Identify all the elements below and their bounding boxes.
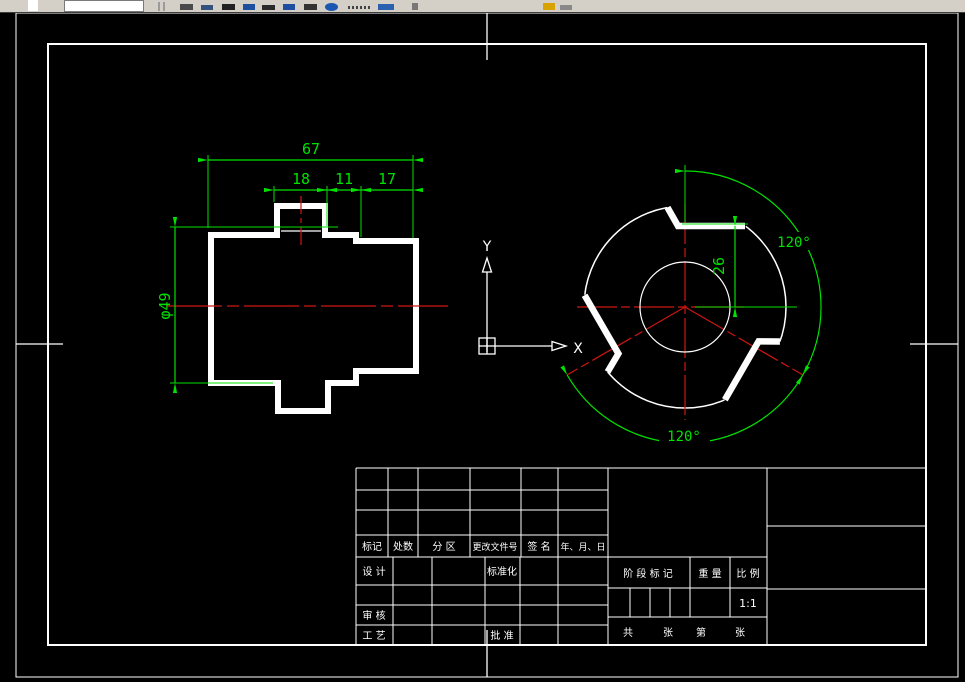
dim-text-67[interactable]: 67: [302, 140, 320, 158]
extension-lines[interactable]: [170, 155, 414, 384]
tb-header-signature: 签 名: [527, 540, 550, 553]
toolbar-icon-fragment[interactable]: [378, 4, 394, 10]
tb-standardization-label: 标准化: [487, 565, 517, 578]
dim-text-120-bottom[interactable]: 120°: [667, 429, 701, 445]
tb-scale-value: 1:1: [739, 597, 757, 610]
ucs-icon: Y X: [478, 239, 583, 357]
toolbar-grip: [163, 2, 165, 11]
tb-header-count: 处数: [393, 540, 413, 553]
ucs-x-label: X: [573, 341, 583, 357]
dim-text-17[interactable]: 17: [378, 170, 396, 188]
dim-text-dia49[interactable]: φ49: [156, 292, 174, 319]
dim-text-120-top[interactable]: 120°: [777, 235, 811, 251]
tb-header-mark: 标记: [362, 541, 382, 553]
tb-approve-label: 批 准: [490, 629, 513, 642]
side-view[interactable]: 26 120° 120°: [560, 165, 822, 445]
toolbar-icon-fragment[interactable]: [222, 4, 235, 10]
tb-weight-label: 重 量: [698, 567, 721, 580]
toolbar-icon-fragment[interactable]: [325, 3, 338, 11]
tb-stage-mark-label: 阶 段 标 记: [623, 567, 673, 580]
tb-design-label: 设 计: [362, 565, 385, 578]
toolbar-icon-fragment[interactable]: [201, 5, 213, 10]
toolbar-icon-fragment[interactable]: [180, 4, 193, 10]
dim-text-26[interactable]: 26: [710, 257, 728, 275]
tb-process-label: 工 艺: [362, 630, 385, 642]
tb-scale-label: 比 例: [736, 567, 759, 580]
ucs-x-arrow: [551, 340, 569, 352]
tb-header-change-file-no: 更改文件号: [472, 541, 517, 553]
toolbar-icon-fragment[interactable]: [348, 6, 370, 9]
dim-text-18[interactable]: 18: [292, 170, 310, 188]
toolbar-icon-fragment[interactable]: [28, 0, 38, 11]
ucs-y-arrow: [481, 255, 493, 273]
toolbar-icon-fragment[interactable]: [262, 5, 275, 10]
toolbar-icon-fragment[interactable]: [560, 5, 572, 10]
toolbar-icon-fragment[interactable]: [304, 4, 317, 10]
tb-sheets-total-label: 共: [623, 627, 633, 639]
cad-model-canvas[interactable]: 67 18 11 17 φ49 26 120° 120° Y X 标记 处数 分…: [0, 0, 965, 682]
title-block-grid: [355, 467, 926, 645]
toolbar-icon-fragment[interactable]: [283, 4, 295, 10]
tb-header-zone: 分 区: [432, 541, 455, 553]
side-centerlines[interactable]: [566, 204, 804, 420]
front-view[interactable]: 67 18 11 17 φ49: [156, 140, 448, 414]
tb-sheets-total-unit: 张: [663, 627, 673, 639]
dim-text-11[interactable]: 11: [335, 170, 353, 188]
toolbar-icon-fragment[interactable]: [543, 3, 555, 10]
tb-sheet-no-label: 第: [696, 626, 706, 639]
tb-header-date: 年、月、日: [560, 541, 605, 553]
front-view-profile[interactable]: [208, 203, 419, 414]
toolbar-strip[interactable]: [0, 0, 965, 13]
tb-sheet-no-unit: 张: [735, 627, 745, 639]
toolbar-grip: [158, 2, 160, 11]
dim-arc-120-top[interactable]: [674, 168, 822, 385]
title-block: 标记 处数 分 区 更改文件号 签 名 年、月、日 设 计 标准化 审 核 工 …: [355, 467, 926, 645]
tb-check-label: 审 核: [362, 609, 385, 622]
toolbar-icon-fragment[interactable]: [243, 4, 255, 10]
toolbar-icon-fragment[interactable]: [412, 3, 418, 10]
ucs-y-label: Y: [482, 239, 492, 255]
layer-combo-box[interactable]: [64, 0, 144, 12]
